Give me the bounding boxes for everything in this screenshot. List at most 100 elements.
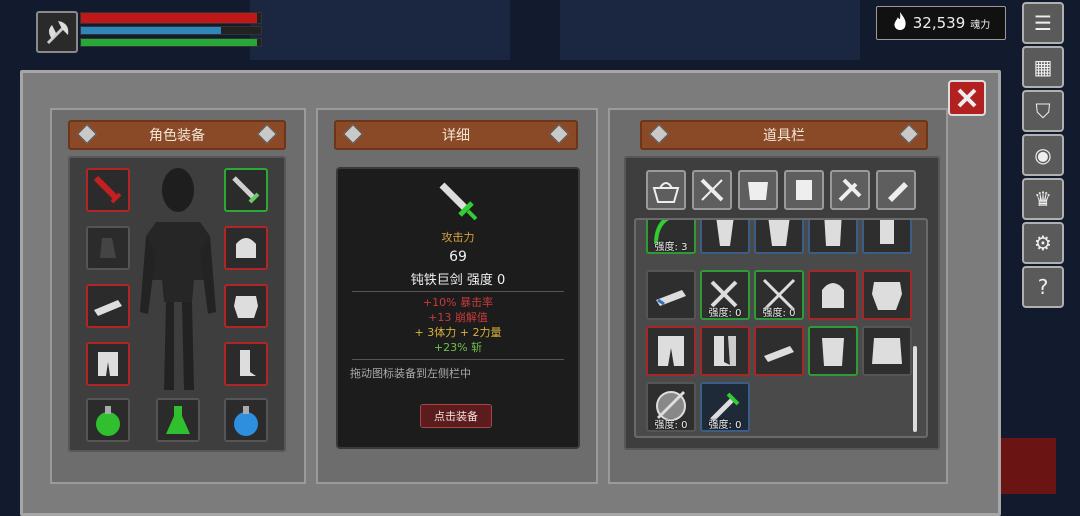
inventory-item[interactable] xyxy=(646,270,696,320)
filter-weapon-button[interactable] xyxy=(692,170,732,210)
slot-gloves[interactable] xyxy=(86,284,130,328)
banner-stud xyxy=(257,124,277,144)
stat-value: 69 xyxy=(449,249,467,265)
drag-hint: 拖动图标装备到左侧栏中 xyxy=(350,367,471,380)
inventory-item[interactable] xyxy=(808,326,858,376)
inventory-item[interactable] xyxy=(646,326,696,376)
inventory-item[interactable] xyxy=(808,270,858,320)
souls-amount: 32,539 xyxy=(912,14,966,32)
leg-armor-icon xyxy=(824,220,842,246)
glove-icon xyxy=(656,290,686,306)
slot-boots[interactable] xyxy=(224,342,268,386)
health-bar xyxy=(80,12,262,24)
detail-divider xyxy=(352,291,564,292)
inventory-banner: 道具栏 xyxy=(640,120,928,150)
skills-button[interactable]: ◉ xyxy=(1022,134,1064,176)
equip-button[interactable]: 点击装备 xyxy=(420,404,492,428)
menu-icon: ☰ xyxy=(1034,11,1052,35)
inventory-item[interactable]: 强度: 0 xyxy=(754,270,804,320)
glove-icon xyxy=(716,220,734,246)
crown-button[interactable]: ♛ xyxy=(1022,178,1064,220)
slot-chest[interactable] xyxy=(224,284,268,328)
leg-armor-icon xyxy=(98,352,118,376)
inventory-item[interactable]: 强度: 0 xyxy=(646,382,696,432)
banner-stud xyxy=(899,124,919,144)
slot-weapon-right[interactable] xyxy=(224,168,268,212)
red-sword-icon xyxy=(93,175,122,204)
flame-icon xyxy=(892,11,908,35)
green-sword-icon xyxy=(232,176,260,204)
banner-stud xyxy=(77,124,97,144)
stamina-bar xyxy=(80,38,262,47)
inventory-grid: 强度: 3 强度: 0 强度: 0 强度: 0 强度: 0 xyxy=(634,218,928,438)
glove-icon xyxy=(94,300,122,316)
scroll-filter-icon xyxy=(888,182,908,202)
slot-potion-green[interactable] xyxy=(86,398,130,442)
detail-banner: 详细 xyxy=(334,120,578,150)
blue-potion-icon xyxy=(234,406,258,436)
bonus-crit: +10% 暴击率 xyxy=(422,296,494,309)
helmet-icon xyxy=(236,238,256,258)
filter-tools-button[interactable] xyxy=(830,170,870,210)
inventory-item[interactable] xyxy=(700,326,750,376)
help-icon: ? xyxy=(1037,275,1049,299)
helmet-icon xyxy=(822,283,844,308)
slot-helmet[interactable] xyxy=(224,226,268,270)
slot-trinket[interactable] xyxy=(86,226,130,270)
armor-button[interactable]: ⛉ xyxy=(1022,90,1064,132)
belt-icon xyxy=(822,338,844,366)
map-button[interactable]: ▦ xyxy=(1022,46,1064,88)
equipment-banner: 角色装备 xyxy=(68,120,286,150)
inventory-item-selected[interactable]: 强度: 0 xyxy=(700,382,750,432)
detail-title: 详细 xyxy=(442,128,470,144)
equipment-title: 角色装备 xyxy=(149,128,205,144)
basket-icon xyxy=(652,182,680,203)
leg-armor-icon xyxy=(658,336,684,366)
inventory-item[interactable]: 强度: 0 xyxy=(700,270,750,320)
inventory-scrollbar[interactable] xyxy=(913,346,917,432)
inventory-item[interactable] xyxy=(862,270,912,320)
close-icon xyxy=(957,88,977,108)
item-name: 钝铁巨剑 强度 0 xyxy=(410,273,506,288)
status-hud xyxy=(36,11,262,53)
banner-stud xyxy=(649,124,669,144)
stat-label: 攻击力 xyxy=(441,231,475,244)
tools-filter-icon xyxy=(838,178,862,202)
banner-stud xyxy=(549,124,569,144)
inventory-item[interactable] xyxy=(808,220,858,254)
settings-button[interactable]: ⚙ xyxy=(1022,222,1064,264)
filter-scroll-button[interactable] xyxy=(876,170,916,210)
crown-icon: ♛ xyxy=(1034,187,1052,211)
skirt-icon xyxy=(872,338,902,364)
inventory-item[interactable]: 强度: 3 xyxy=(646,220,696,254)
slot-weapon-left[interactable] xyxy=(86,168,130,212)
slot-legs[interactable] xyxy=(86,342,130,386)
inventory-item[interactable] xyxy=(754,326,804,376)
close-button[interactable] xyxy=(948,80,986,116)
inventory-item[interactable] xyxy=(862,220,912,254)
detail-divider xyxy=(352,359,564,360)
mana-fill xyxy=(81,27,222,34)
banner-stud xyxy=(343,124,363,144)
inventory-item[interactable] xyxy=(862,326,912,376)
chest-armor-icon xyxy=(872,282,902,310)
filter-all-button[interactable] xyxy=(646,170,686,210)
corner-resize-icon[interactable] xyxy=(1000,438,1056,494)
bonus-stats: + 3体力 + 2力量 xyxy=(414,326,502,339)
help-button[interactable]: ? xyxy=(1022,266,1064,308)
armor-filter-icon xyxy=(748,182,768,200)
inventory-item[interactable] xyxy=(700,220,750,254)
slot-potion-flask[interactable] xyxy=(156,398,200,442)
axe-icon[interactable] xyxy=(36,11,78,53)
item-strength-label: 强度: 3 xyxy=(654,242,688,253)
menu-button[interactable]: ☰ xyxy=(1022,2,1064,44)
filter-chest-button[interactable] xyxy=(784,170,824,210)
weapon-filter-icon xyxy=(700,178,724,202)
slot-potion-blue[interactable] xyxy=(224,398,268,442)
map-icon: ▦ xyxy=(1033,55,1053,79)
health-fill xyxy=(81,13,258,23)
item-strength-label: 强度: 0 xyxy=(708,308,742,319)
inventory-item[interactable] xyxy=(754,220,804,254)
filter-armor-button[interactable] xyxy=(738,170,778,210)
item-strength-label: 强度: 0 xyxy=(762,308,796,319)
